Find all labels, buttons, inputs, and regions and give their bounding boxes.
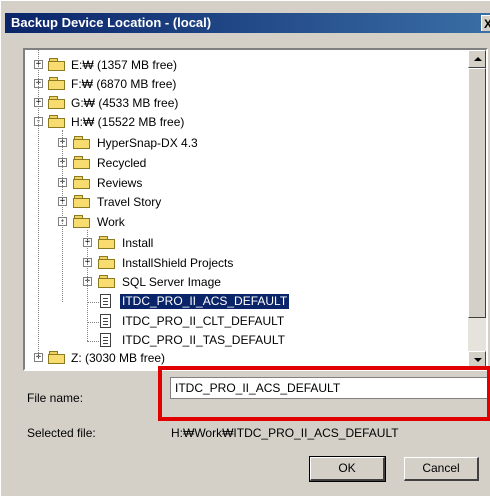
folder-icon bbox=[48, 115, 66, 129]
tree-item-label: SQL Server Image bbox=[122, 275, 221, 289]
tree-item-label: H:₩ (15522 MB free) bbox=[71, 115, 185, 129]
tree-connector-line bbox=[87, 341, 99, 342]
tree-item-label: E:₩ (1357 MB free) bbox=[71, 58, 178, 72]
file-icon bbox=[100, 314, 111, 328]
folder-icon bbox=[73, 156, 91, 170]
tree-item-label: ITDC_PRO_II_TAS_DEFAULT bbox=[122, 333, 285, 347]
tree-item-folder-travel-story[interactable]: + Travel Story bbox=[25, 193, 468, 212]
folder-icon bbox=[98, 236, 116, 250]
close-button[interactable]: X bbox=[481, 15, 490, 31]
tree-item-label: Install bbox=[122, 236, 154, 250]
cancel-button[interactable]: Cancel bbox=[404, 457, 479, 481]
file-icon bbox=[100, 294, 111, 308]
folder-icon bbox=[73, 176, 91, 190]
tree-item-label: Travel Story bbox=[97, 195, 162, 209]
tree-item-label: Z: (3030 MB free) bbox=[71, 351, 166, 365]
tree-item-folder-hypersnap[interactable]: + HyperSnap-DX 4.3 bbox=[25, 134, 468, 153]
selected-file-label: Selected file: bbox=[27, 426, 96, 440]
arrow-down-icon bbox=[474, 358, 482, 362]
tree-connector-line bbox=[87, 322, 99, 323]
folder-tree[interactable]: + E:₩ (1357 MB free) + F:₩ (6870 MB free… bbox=[23, 48, 488, 371]
tree-item-folder-installshield-projects[interactable]: + InstallShield Projects bbox=[25, 254, 468, 273]
tree-item-drive-f[interactable]: + F:₩ (6870 MB free) bbox=[25, 75, 468, 94]
tree-item-drive-e[interactable]: + E:₩ (1357 MB free) bbox=[25, 56, 468, 75]
folder-icon bbox=[48, 58, 66, 72]
file-icon bbox=[100, 333, 111, 347]
tree-item-folder-reviews[interactable]: + Reviews bbox=[25, 174, 468, 193]
tree-item-label: G:₩ (4533 MB free) bbox=[71, 96, 179, 110]
tree-item-label: ITDC_PRO_II_CLT_DEFAULT bbox=[122, 314, 285, 328]
folder-icon bbox=[73, 136, 91, 150]
folder-icon bbox=[73, 195, 91, 209]
arrow-up-icon bbox=[474, 57, 482, 61]
folder-icon bbox=[48, 96, 66, 110]
tree-item-label: F:₩ (6870 MB free) bbox=[71, 77, 177, 91]
tree-item-drive-h[interactable]: - H:₩ (15522 MB free) bbox=[25, 113, 468, 132]
file-name-label: File name: bbox=[27, 391, 84, 405]
scroll-up-button[interactable] bbox=[468, 50, 486, 68]
tree-item-folder-work[interactable]: - Work bbox=[25, 213, 468, 232]
folder-icon bbox=[98, 256, 116, 270]
tree-item-folder-recycled[interactable]: + Recycled bbox=[25, 154, 468, 173]
highlight-annotation-box bbox=[158, 366, 490, 421]
tree-item-label: Work bbox=[97, 215, 125, 229]
tree-connector-line bbox=[62, 130, 63, 302]
folder-icon bbox=[48, 77, 66, 91]
tree-connector-line bbox=[38, 50, 39, 359]
tree-vertical-scrollbar[interactable] bbox=[468, 50, 486, 369]
folder-icon bbox=[73, 215, 91, 229]
folder-icon bbox=[48, 351, 66, 365]
scroll-thumb[interactable] bbox=[468, 68, 486, 318]
ok-button[interactable]: OK bbox=[309, 456, 386, 482]
tree-item-label: HyperSnap-DX 4.3 bbox=[97, 136, 198, 150]
tree-item-label: ITDC_PRO_II_ACS_DEFAULT bbox=[118, 293, 291, 310]
tree-item-folder-install[interactable]: + Install bbox=[25, 234, 468, 253]
tree-item-label: Recycled bbox=[97, 156, 147, 170]
tree-item-drive-g[interactable]: + G:₩ (4533 MB free) bbox=[25, 94, 468, 113]
tree-item-label: InstallShield Projects bbox=[122, 256, 234, 270]
folder-icon bbox=[98, 275, 116, 289]
tree-connector-line bbox=[87, 230, 88, 341]
tree-item-label: Reviews bbox=[97, 176, 143, 190]
window-title: Backup Device Location - (local) bbox=[11, 15, 212, 30]
backup-device-location-dialog: Backup Device Location - (local) X + E:₩… bbox=[0, 0, 490, 496]
selected-file-value: H:₩Work₩ITDC_PRO_II_ACS_DEFAULT bbox=[171, 426, 399, 440]
title-bar[interactable]: Backup Device Location - (local) X bbox=[5, 13, 490, 33]
tree-connector-line bbox=[87, 302, 99, 303]
tree-content: + E:₩ (1357 MB free) + F:₩ (6870 MB free… bbox=[25, 50, 468, 369]
tree-item-folder-sql-server-image[interactable]: + SQL Server Image bbox=[25, 273, 468, 292]
